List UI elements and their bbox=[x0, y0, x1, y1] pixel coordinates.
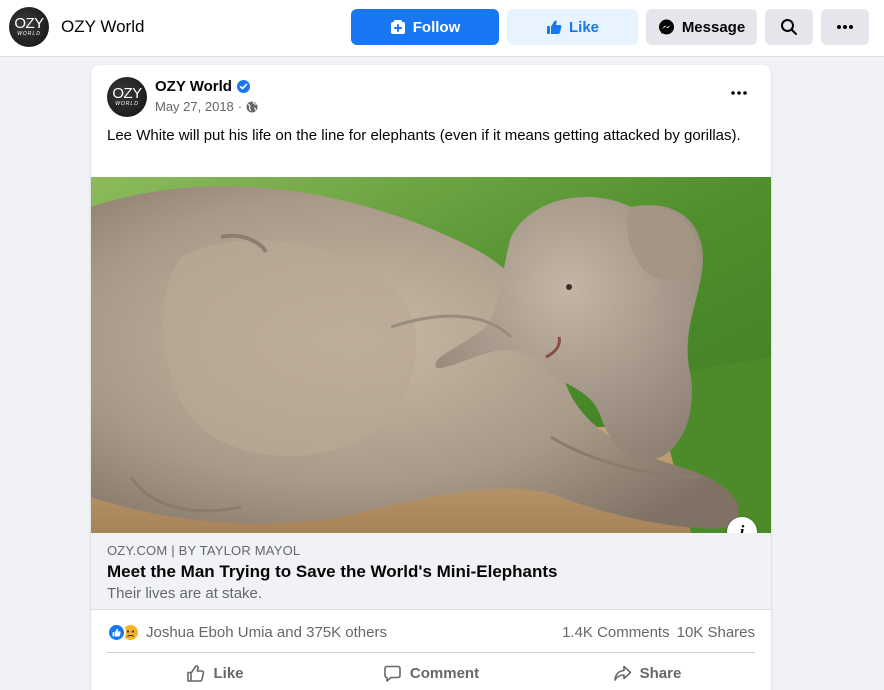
message-button[interactable]: Message bbox=[646, 9, 757, 45]
comments-count[interactable]: 1.4K Comments bbox=[562, 624, 670, 641]
post-options-button[interactable] bbox=[727, 85, 751, 101]
thumbs-up-icon bbox=[546, 20, 562, 34]
link-domain: OZY.COM | BY TAYLOR MAYOL bbox=[107, 543, 301, 558]
post-meta: May 27, 2018 · bbox=[155, 99, 258, 114]
messenger-icon bbox=[658, 19, 674, 34]
shares-count[interactable]: 10K Shares bbox=[677, 624, 755, 641]
share-action-button[interactable]: Share bbox=[539, 655, 755, 690]
globe-icon bbox=[246, 101, 258, 112]
reaction-icons[interactable] bbox=[107, 622, 140, 642]
like-page-label: Like bbox=[568, 18, 599, 36]
post-photo[interactable] bbox=[91, 177, 771, 533]
like-page-button[interactable]: Like bbox=[507, 9, 638, 45]
link-description: Their lives are at stake. bbox=[107, 585, 263, 602]
share-icon bbox=[613, 665, 631, 681]
more-icon bbox=[837, 25, 853, 29]
verified-badge-icon bbox=[236, 80, 250, 93]
reactors-summary[interactable]: Joshua Eboh Umia and 375K others bbox=[146, 624, 387, 641]
more-options-button[interactable] bbox=[821, 9, 869, 45]
avatar-logo-subtext: WORLD bbox=[17, 31, 41, 37]
post-card: OZY WORLD OZY World May 27, 2018 · Lee W… bbox=[91, 65, 771, 690]
like-reaction-icon bbox=[107, 622, 126, 642]
message-label: Message bbox=[681, 18, 746, 36]
more-icon bbox=[731, 91, 747, 95]
like-action-button[interactable]: Like bbox=[107, 655, 323, 690]
comment-action-label: Comment bbox=[409, 664, 480, 682]
link-title: Meet the Man Trying to Save the World's … bbox=[107, 562, 558, 581]
post-text: Lee White will put his life on the line … bbox=[107, 127, 741, 144]
search-icon bbox=[781, 19, 797, 35]
thumbs-up-icon bbox=[187, 664, 205, 682]
follow-icon bbox=[390, 20, 405, 34]
page-title[interactable]: OZY World bbox=[61, 17, 144, 37]
page-avatar[interactable]: OZY WORLD bbox=[9, 7, 49, 47]
follow-button[interactable]: Follow bbox=[351, 9, 499, 45]
follow-label: Follow bbox=[412, 18, 461, 36]
comment-action-button[interactable]: Comment bbox=[323, 655, 539, 690]
link-preview[interactable]: OZY.COM | BY TAYLOR MAYOL Meet the Man T… bbox=[91, 533, 771, 610]
avatar-logo-text: OZY bbox=[112, 85, 142, 102]
search-button[interactable] bbox=[765, 9, 813, 45]
page-header: OZY WORLD OZY World Follow Like Message bbox=[0, 0, 884, 57]
share-action-label: Share bbox=[639, 664, 682, 682]
post-actions: Like Comment Share bbox=[107, 655, 755, 690]
post-date[interactable]: May 27, 2018 bbox=[155, 99, 234, 114]
elephants-photo-image bbox=[91, 177, 771, 533]
meta-separator: · bbox=[237, 99, 243, 114]
like-action-label: Like bbox=[213, 664, 244, 682]
actions-divider bbox=[107, 652, 755, 653]
post-stats: Joshua Eboh Umia and 375K others 1.4K Co… bbox=[107, 621, 755, 643]
avatar-logo-subtext: WORLD bbox=[115, 101, 139, 107]
post-author-name[interactable]: OZY World bbox=[155, 78, 232, 95]
avatar-logo-text: OZY bbox=[14, 15, 44, 32]
post-author-avatar[interactable]: OZY WORLD bbox=[107, 77, 147, 117]
post-author[interactable]: OZY World bbox=[155, 78, 250, 95]
comment-icon bbox=[384, 665, 401, 682]
